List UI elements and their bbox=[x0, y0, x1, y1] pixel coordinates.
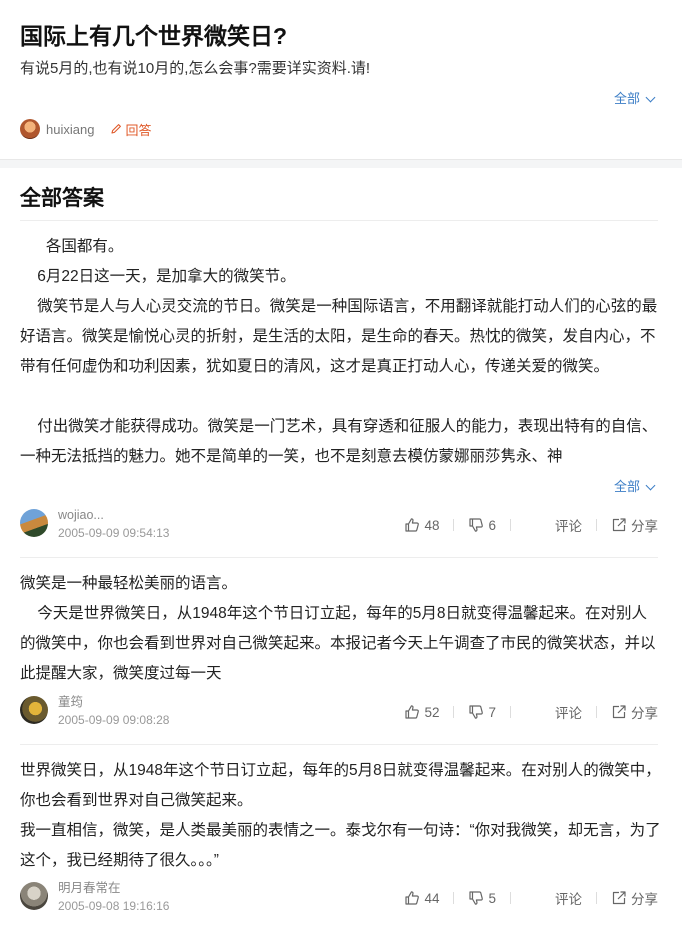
divider bbox=[596, 519, 597, 531]
chevron-down-icon bbox=[645, 92, 656, 102]
thumbs-up-icon bbox=[405, 891, 420, 905]
answer-paragraph bbox=[20, 382, 662, 412]
answer-expand-button[interactable]: 全部 bbox=[604, 478, 656, 496]
share-button[interactable]: 分享 bbox=[611, 888, 658, 908]
divider bbox=[510, 519, 511, 531]
avatar[interactable] bbox=[20, 119, 40, 139]
divider bbox=[510, 892, 511, 904]
divider bbox=[596, 892, 597, 904]
answer-paragraph: 今天是世界微笑日，从1948年这个节日订立起，每年的5月8日就变得温馨起来。在对… bbox=[20, 605, 656, 682]
avatar[interactable] bbox=[20, 696, 48, 724]
divider bbox=[453, 706, 455, 718]
like-button[interactable]: 44 bbox=[404, 890, 439, 906]
dislike-count: 6 bbox=[488, 517, 496, 533]
divider bbox=[453, 519, 455, 531]
answer-time: 2005-09-09 09:54:13 bbox=[58, 526, 170, 540]
share-label: 分享 bbox=[631, 892, 658, 907]
dislike-button[interactable]: 7 bbox=[468, 704, 496, 720]
share-icon bbox=[612, 518, 626, 532]
answer-paragraph: 微笑是一种最轻松美丽的语言。 bbox=[20, 575, 238, 592]
like-button[interactable]: 52 bbox=[404, 704, 439, 720]
author-name[interactable]: wojiao... bbox=[58, 507, 104, 523]
comment-label: 评论 bbox=[555, 519, 582, 534]
question-title: 国际上有几个世界微笑日? bbox=[20, 23, 288, 49]
expand-label: 全部 bbox=[614, 91, 641, 106]
answer-meta: 明月春常在 2005-09-08 19:16:16 44 5 评论 分享 bbox=[20, 880, 662, 914]
dislike-button[interactable]: 6 bbox=[468, 517, 496, 533]
thumbs-up-icon bbox=[405, 705, 420, 719]
comment-button[interactable]: 评论 bbox=[555, 888, 582, 908]
thumbs-down-icon bbox=[469, 705, 484, 719]
avatar[interactable] bbox=[20, 509, 48, 537]
answer-body: 微笑是一种最轻松美丽的语言。 今天是世界微笑日，从1948年这个节日订立起，每年… bbox=[20, 569, 662, 689]
like-count: 48 bbox=[424, 517, 440, 533]
answer-time: 2005-09-08 19:16:16 bbox=[58, 899, 170, 913]
share-label: 分享 bbox=[631, 706, 658, 721]
divider bbox=[453, 892, 455, 904]
share-icon bbox=[612, 891, 626, 905]
share-icon bbox=[612, 705, 626, 719]
answers-card: 全部答案 各国都有。 6月22日这一天，是加拿大的微笑节。 微笑节是人与人心灵交… bbox=[0, 168, 682, 940]
expand-label: 全部 bbox=[614, 479, 641, 494]
answer-time: 2005-09-09 09:08:28 bbox=[58, 713, 170, 727]
answer-body: 各国都有。 6月22日这一天，是加拿大的微笑节。 微笑节是人与人心灵交流的节日。… bbox=[20, 232, 662, 472]
asker-row: huixiang 回答 bbox=[20, 119, 151, 139]
divider bbox=[596, 706, 597, 718]
answer-actions: 52 7 评论 分享 bbox=[404, 702, 658, 722]
like-button[interactable]: 48 bbox=[404, 517, 439, 533]
comment-label: 评论 bbox=[555, 706, 582, 721]
avatar[interactable] bbox=[20, 882, 48, 910]
divider bbox=[20, 744, 658, 745]
answer-paragraph: 6月22日这一天，是加拿大的微笑节。 bbox=[20, 268, 296, 285]
divider bbox=[20, 220, 658, 221]
answer-paragraph: 付出微笑才能获得成功。微笑是一门艺术，具有穿透和征服人的能力，表现出特有的自信、… bbox=[20, 418, 658, 465]
divider bbox=[20, 557, 658, 558]
answer-actions: 48 6 评论 分享 bbox=[404, 515, 658, 535]
share-label: 分享 bbox=[631, 519, 658, 534]
answer-body: 世界微笑日，从1948年这个节日订立起，每年的5月8日就变得温馨起来。在对别人的… bbox=[20, 756, 662, 876]
author-name[interactable]: 童筠 bbox=[58, 694, 83, 710]
section-title: 全部答案 bbox=[20, 187, 104, 210]
comment-label: 评论 bbox=[555, 892, 582, 907]
dislike-count: 5 bbox=[488, 890, 496, 906]
like-count: 52 bbox=[424, 704, 440, 720]
answer-paragraph: 微笑节是人与人心灵交流的节日。微笑是一种国际语言，不用翻译就能打动人们的心弦的最… bbox=[20, 298, 658, 375]
share-button[interactable]: 分享 bbox=[611, 515, 658, 535]
asker-name[interactable]: huixiang bbox=[46, 122, 94, 137]
thumbs-down-icon bbox=[469, 891, 484, 905]
answer-button[interactable]: 回答 bbox=[110, 120, 151, 139]
question-expand-button[interactable]: 全部 bbox=[614, 90, 656, 108]
thumbs-down-icon bbox=[469, 518, 484, 532]
dislike-button[interactable]: 5 bbox=[468, 890, 496, 906]
answer-paragraph: 我一直相信，微笑，是人类最美丽的表情之一。泰戈尔有一句诗：“你对我微笑，却无言，… bbox=[20, 822, 661, 869]
comment-button[interactable]: 评论 bbox=[555, 702, 582, 722]
share-button[interactable]: 分享 bbox=[611, 702, 658, 722]
dislike-count: 7 bbox=[488, 704, 496, 720]
answer-meta: 童筠 2005-09-09 09:08:28 52 7 评论 分享 bbox=[20, 694, 662, 728]
answer-actions: 44 5 评论 分享 bbox=[404, 888, 658, 908]
like-count: 44 bbox=[424, 890, 440, 906]
answer-paragraph: 世界微笑日，从1948年这个节日订立起，每年的5月8日就变得温馨起来。在对别人的… bbox=[20, 762, 661, 809]
comment-button[interactable]: 评论 bbox=[555, 515, 582, 535]
author-name[interactable]: 明月春常在 bbox=[58, 880, 121, 896]
question-card: 国际上有几个世界微笑日? 有说5月的,也有说10月的,怎么会事?需要详实资料.请… bbox=[0, 0, 682, 160]
divider bbox=[510, 706, 511, 718]
chevron-down-icon bbox=[645, 480, 656, 490]
thumbs-up-icon bbox=[405, 518, 420, 532]
question-description: 有说5月的,也有说10月的,怎么会事?需要详实资料.请! bbox=[20, 60, 371, 77]
answer-label: 回答 bbox=[125, 122, 152, 138]
answer-paragraph: 各国都有。 bbox=[20, 238, 124, 255]
pencil-icon bbox=[111, 124, 122, 134]
answer-meta: wojiao... 2005-09-09 09:54:13 48 6 评论 分享 bbox=[20, 507, 662, 541]
